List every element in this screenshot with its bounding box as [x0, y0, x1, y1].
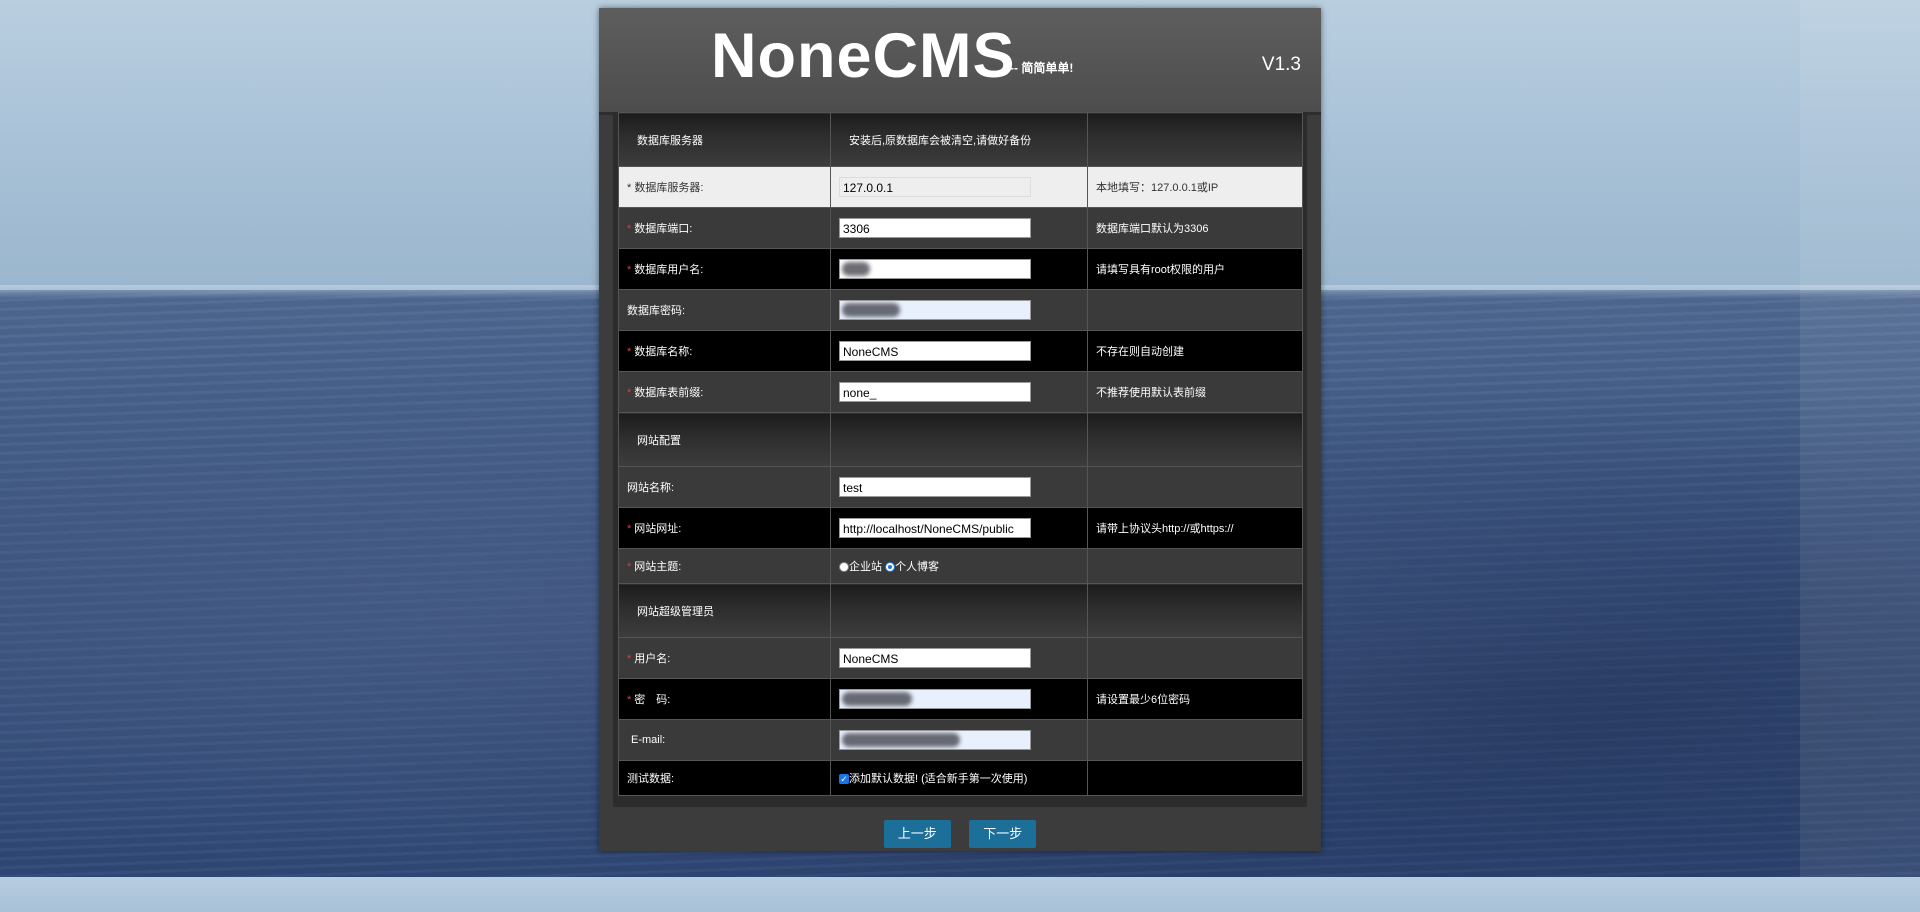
- row-db-host: * 数据库服务器: 127.0.0.1 本地填写：127.0.0.1或IP: [618, 166, 1303, 208]
- section-db: 数据库服务器 安装后,原数据库会被清空,请做好备份: [618, 112, 1303, 167]
- prev-button[interactable]: 上一步: [883, 820, 951, 848]
- db-password-input[interactable]: [839, 300, 1031, 320]
- field-hint: 本地填写：127.0.0.1或IP: [1087, 166, 1303, 208]
- brand-slogan: -- 简简单单!: [1010, 61, 1074, 75]
- required-marker: *: [627, 387, 632, 399]
- next-button[interactable]: 下一步: [969, 820, 1037, 848]
- row-site-url: * 网站网址: http://localhost/NoneCMS/public 请…: [618, 507, 1303, 549]
- field-label: 数据库名称:: [634, 346, 693, 358]
- section-note: 安装后,原数据库会被清空,请做好备份: [830, 112, 1088, 167]
- site-url-input[interactable]: http://localhost/NoneCMS/public: [839, 518, 1031, 538]
- install-form: 数据库服务器 安装后,原数据库会被清空,请做好备份 * 数据库服务器: 127.…: [618, 112, 1303, 796]
- required-marker: *: [627, 346, 632, 358]
- required-marker: *: [627, 264, 632, 276]
- required-marker: *: [627, 561, 632, 573]
- redacted-mark: [842, 303, 900, 317]
- theme-option-blog: 个人博客: [895, 561, 940, 573]
- row-db-port: * 数据库端口: 3306 数据库端口默认为3306: [618, 207, 1303, 249]
- section-label: 网站配置: [618, 412, 831, 467]
- field-label: 数据库端口:: [634, 223, 693, 235]
- test-data-label: 添加默认数据! (适合新手第一次使用): [849, 773, 1028, 785]
- installer-panel: NoneCMS -- 简简单单! V1.3 数据库服务器 安装后,原数据库会被清…: [599, 8, 1321, 851]
- site-name-input[interactable]: test: [839, 477, 1031, 497]
- row-db-pass: 数据库密码:: [618, 289, 1303, 331]
- section-label: 数据库服务器: [618, 112, 831, 167]
- row-test-data: 测试数据: ✓添加默认数据! (适合新手第一次使用): [618, 760, 1303, 796]
- field-label: 网站名称:: [618, 466, 831, 508]
- db-prefix-input[interactable]: none_: [839, 382, 1031, 402]
- theme-radio-blog[interactable]: [885, 562, 896, 573]
- db-name-input[interactable]: NoneCMS: [839, 341, 1031, 361]
- section-admin: 网站超级管理员: [618, 583, 1303, 638]
- admin-username-input[interactable]: NoneCMS: [839, 648, 1031, 668]
- field-hint: 不推荐使用默认表前缀: [1087, 371, 1303, 413]
- brand-title: NoneCMS: [711, 21, 1016, 91]
- field-label: E-mail:: [618, 719, 831, 761]
- required-marker: *: [627, 523, 632, 535]
- test-data-checkbox[interactable]: ✓: [839, 774, 849, 785]
- field-hint: 请填写具有root权限的用户: [1087, 248, 1303, 290]
- db-port-input[interactable]: 3306: [839, 218, 1031, 238]
- section-site: 网站配置: [618, 412, 1303, 467]
- redacted-mark: [842, 692, 912, 706]
- field-hint: 不存在则自动创建: [1087, 330, 1303, 372]
- field-hint: 数据库端口默认为3306: [1087, 207, 1303, 249]
- required-marker: *: [627, 223, 632, 235]
- row-admin-pass: * 密 码: 请设置最少6位密码: [618, 678, 1303, 720]
- field-label: 用户名:: [634, 653, 671, 665]
- admin-password-input[interactable]: [839, 689, 1031, 709]
- field-label: 网站主题:: [634, 561, 682, 573]
- section-label: 网站超级管理员: [618, 583, 831, 638]
- field-label: * 数据库服务器:: [618, 166, 831, 208]
- row-site-name: 网站名称: test: [618, 466, 1303, 508]
- row-site-theme: * 网站主题: 企业站 个人博客: [618, 548, 1303, 584]
- background-edge: [1800, 0, 1920, 877]
- row-admin-user: * 用户名: NoneCMS: [618, 637, 1303, 679]
- row-db-user: * 数据库用户名: 请填写具有root权限的用户: [618, 248, 1303, 290]
- field-label: 数据库表前缀:: [634, 387, 704, 399]
- field-label: 测试数据:: [618, 760, 831, 796]
- row-admin-email: E-mail:: [618, 719, 1303, 761]
- redacted-mark: [842, 262, 870, 276]
- db-host-input[interactable]: 127.0.0.1: [839, 177, 1031, 197]
- field-label: 数据库用户名:: [634, 264, 704, 276]
- header: NoneCMS -- 简简单单! V1.3: [599, 8, 1321, 115]
- field-label: 网站网址:: [634, 523, 682, 535]
- field-label: 数据库密码:: [618, 289, 831, 331]
- redacted-mark: [842, 733, 960, 747]
- field-label: 密 码:: [634, 694, 671, 706]
- button-bar: 上一步 下一步: [599, 820, 1321, 848]
- version-label: V1.3: [1261, 54, 1301, 75]
- required-marker: *: [627, 694, 632, 706]
- field-hint: 请带上协议头http://或https://: [1087, 507, 1303, 549]
- row-db-name: * 数据库名称: NoneCMS 不存在则自动创建: [618, 330, 1303, 372]
- db-user-input[interactable]: [839, 259, 1031, 279]
- required-marker: *: [627, 653, 632, 665]
- form-area: 数据库服务器 安装后,原数据库会被清空,请做好备份 * 数据库服务器: 127.…: [613, 112, 1307, 807]
- field-hint: 请设置最少6位密码: [1087, 678, 1303, 720]
- row-db-prefix: * 数据库表前缀: none_ 不推荐使用默认表前缀: [618, 371, 1303, 413]
- admin-email-input[interactable]: [839, 730, 1031, 750]
- theme-option-enterprise: 企业站: [849, 561, 882, 573]
- background-bottom: [0, 877, 1920, 912]
- theme-radio-enterprise[interactable]: [839, 562, 849, 573]
